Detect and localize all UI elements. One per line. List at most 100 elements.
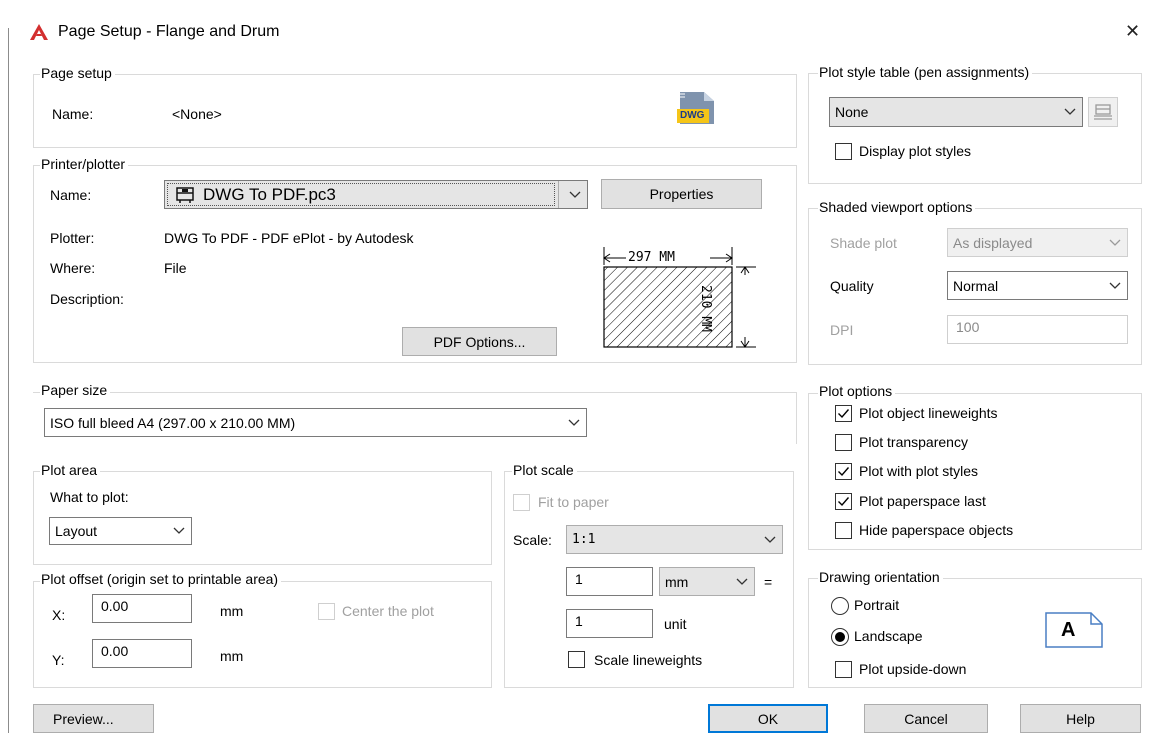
scale-value: 1:1 [572, 532, 596, 547]
offset-x-unit: mm [220, 603, 244, 619]
dpi-label: DPI [830, 322, 854, 338]
preview-button[interactable]: Preview... [33, 704, 154, 733]
quality-label: Quality [830, 278, 874, 294]
scale-label: Scale: [513, 532, 552, 548]
checkmark-icon [838, 497, 850, 507]
what-to-plot-label: What to plot: [50, 489, 129, 505]
plot-option-label: Plot with plot styles [859, 463, 979, 479]
plot-option-checkbox[interactable] [835, 493, 852, 510]
shade-plot-select[interactable]: As displayed [947, 228, 1128, 257]
plot-upside-down-label: Plot upside-down [859, 661, 967, 677]
title-bar: Page Setup - Flange and Drum ✕ [0, 0, 1152, 50]
description-label: Description: [50, 291, 124, 307]
plotter-label: Plotter: [50, 230, 95, 246]
center-plot-label: Center the plot [342, 603, 434, 619]
landscape-label: Landscape [854, 628, 923, 644]
plot-style-select[interactable]: None [829, 97, 1083, 127]
paper-size-value: ISO full bleed A4 (297.00 x 210.00 MM) [50, 414, 296, 431]
chevron-down-icon [569, 191, 581, 198]
chevron-down-icon [173, 527, 185, 534]
center-plot-checkbox[interactable] [318, 603, 335, 620]
printer-device-value: DWG To PDF.pc3 [203, 185, 336, 204]
printer-name-label: Name: [50, 187, 92, 203]
pdf-options-button[interactable]: PDF Options... [402, 327, 557, 356]
scale-select[interactable]: 1:1 [566, 525, 783, 554]
landscape-radio[interactable] [831, 628, 849, 646]
plotter-device-icon [176, 187, 194, 203]
window-title: Page Setup - Flange and Drum [58, 23, 280, 40]
plot-option-checkbox[interactable] [835, 434, 852, 451]
checkmark-icon [838, 467, 850, 477]
where-value: File [164, 260, 187, 276]
paper-size-select[interactable]: ISO full bleed A4 (297.00 x 210.00 MM) [44, 408, 587, 437]
plot-option-label: Plot object lineweights [859, 405, 998, 421]
properties-button[interactable]: Properties [601, 179, 762, 209]
dpi-input[interactable]: 100 [947, 315, 1128, 344]
plot-option-checkbox[interactable] [835, 522, 852, 539]
plot-offset-title: Plot offset (origin set to printable are… [40, 571, 282, 587]
orientation-icon-letter: A [1061, 619, 1076, 641]
page-setup-title: Page setup [40, 65, 115, 81]
printer-device-select[interactable]: DWG To PDF.pc3 [164, 180, 588, 209]
plot-style-table-title: Plot style table (pen assignments) [818, 64, 1033, 80]
chevron-down-icon [568, 419, 580, 426]
offset-y-input[interactable]: 0.00 [92, 639, 192, 668]
dwg-file-icon: DWG [676, 91, 716, 125]
fit-to-paper-label: Fit to paper [538, 494, 609, 510]
what-to-plot-select[interactable]: Layout [49, 517, 192, 545]
offset-y-unit: mm [220, 648, 244, 664]
chevron-down-icon [1109, 239, 1121, 246]
offset-x-label: X: [52, 607, 66, 623]
page-setup-name-label: Name: [52, 106, 94, 122]
plot-option-label: Plot transparency [859, 434, 968, 450]
portrait-radio[interactable] [831, 597, 849, 615]
display-plot-styles-label: Display plot styles [859, 143, 972, 159]
page-setup-name-value: <None> [172, 106, 222, 122]
scale-denominator-input[interactable]: 1 [566, 609, 653, 638]
plot-option-checkbox[interactable] [835, 463, 852, 480]
scale-lineweights-checkbox[interactable] [568, 651, 585, 668]
chevron-down-icon [764, 536, 776, 543]
plot-upside-down-checkbox[interactable] [835, 661, 852, 678]
edit-plot-style-button[interactable] [1088, 97, 1118, 127]
scale-unit-value: mm [665, 573, 689, 590]
where-label: Where: [50, 260, 96, 276]
orientation-preview-icon: A [1045, 612, 1103, 648]
fit-to-paper-checkbox[interactable] [513, 494, 530, 511]
autocad-logo-icon [30, 24, 48, 40]
shade-plot-label: Shade plot [830, 235, 897, 251]
window-left-edge [8, 28, 9, 733]
plot-scale-title: Plot scale [512, 462, 577, 478]
plot-option-label: Hide paperspace objects [859, 522, 1014, 538]
drawing-orientation-title: Drawing orientation [818, 569, 943, 585]
what-to-plot-value: Layout [55, 523, 98, 539]
plotter-value: DWG To PDF - PDF ePlot - by Autodesk [164, 230, 414, 246]
checkmark-icon [838, 409, 850, 419]
quality-select[interactable]: Normal [947, 271, 1128, 300]
preview-width-label: 297 MM [628, 250, 675, 265]
ok-button[interactable]: OK [708, 704, 828, 733]
quality-value: Normal [953, 277, 999, 294]
paper-preview: 297 MM 210 MM [598, 227, 764, 355]
plot-option-label: Plot paperspace last [859, 493, 986, 509]
plot-option-checkbox[interactable] [835, 405, 852, 422]
plot-area-title: Plot area [40, 462, 101, 478]
offset-y-label: Y: [52, 652, 65, 668]
offset-x-input[interactable]: 0.00 [92, 594, 192, 623]
cancel-button[interactable]: Cancel [864, 704, 988, 733]
scale-numerator-input[interactable]: 1 [566, 567, 653, 596]
portrait-label: Portrait [854, 597, 900, 613]
scale-lineweights-label: Scale lineweights [594, 652, 703, 668]
display-plot-styles-checkbox[interactable] [835, 143, 852, 160]
scale-unit-select[interactable]: mm [659, 567, 755, 596]
close-icon[interactable]: ✕ [1125, 21, 1140, 42]
paper-preview-drawing [603, 247, 756, 348]
plot-style-value: None [835, 104, 869, 120]
plot-style-table-group [808, 73, 1142, 184]
chevron-down-icon [736, 578, 748, 585]
scale-equals: = [764, 574, 773, 590]
plot-options-title: Plot options [818, 383, 896, 399]
printer-plotter-title: Printer/plotter [40, 156, 129, 172]
help-button[interactable]: Help [1020, 704, 1141, 733]
paper-size-title: Paper size [40, 382, 111, 398]
